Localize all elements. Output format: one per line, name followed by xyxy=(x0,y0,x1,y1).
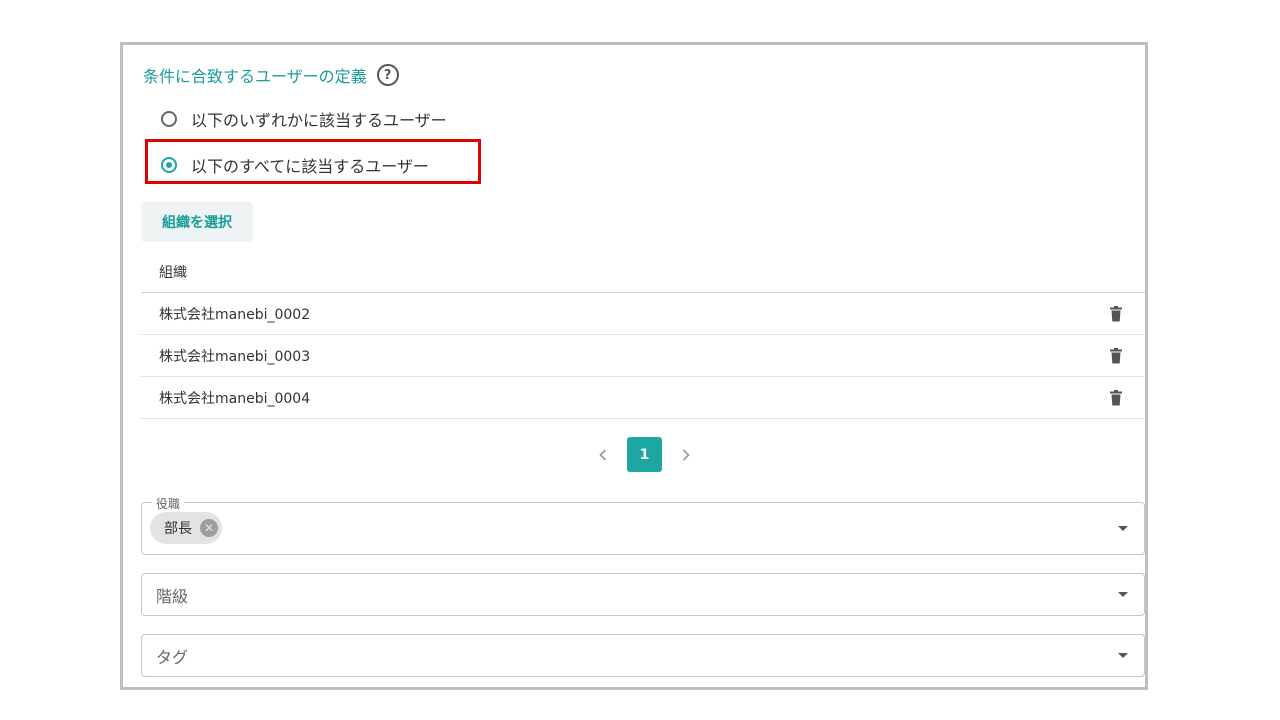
help-icon[interactable]: ? xyxy=(376,64,399,86)
radio-any-condition[interactable]: 以下のいずれかに該当するユーザー xyxy=(161,107,447,131)
page-number-current[interactable]: 1 xyxy=(627,437,662,472)
pagination: 1 xyxy=(593,437,696,472)
rank-select[interactable]: 階級 xyxy=(141,573,1145,616)
organization-name: 株式会社manebi_0004 xyxy=(159,390,311,407)
table-header: 組織 xyxy=(141,251,1145,293)
section-title-text: 条件に合致するユーザーの定義 xyxy=(143,67,367,86)
chevron-left-icon[interactable] xyxy=(593,445,613,465)
table-row: 株式会社manebi_0002 xyxy=(141,293,1145,335)
dropdown-arrow-icon[interactable] xyxy=(1118,652,1128,658)
dropdown-arrow-icon[interactable] xyxy=(1118,591,1128,597)
tag-placeholder: タグ xyxy=(156,647,189,667)
radio-label: 以下のいずれかに該当するユーザー xyxy=(191,111,447,130)
table-row: 株式会社manebi_0003 xyxy=(141,335,1145,377)
chevron-right-icon[interactable] xyxy=(676,445,696,465)
dropdown-arrow-icon[interactable] xyxy=(1118,525,1128,531)
trash-icon[interactable] xyxy=(1109,389,1123,406)
section-title: 条件に合致するユーザーの定義 ? xyxy=(143,63,399,87)
condition-panel: 条件に合致するユーザーの定義 ? 以下のいずれかに該当するユーザー 以下のすべて… xyxy=(120,42,1148,690)
organization-name: 株式会社manebi_0002 xyxy=(159,306,311,323)
organization-table: 組織 株式会社manebi_0002 株式会社manebi_0003 株式会社m… xyxy=(141,251,1145,419)
tag-select[interactable]: タグ xyxy=(141,634,1145,677)
position-field-label: 役職 xyxy=(152,495,185,512)
trash-icon[interactable] xyxy=(1109,347,1123,364)
select-organization-button[interactable]: 組織を選択 xyxy=(141,202,253,242)
chip-label: 部長 xyxy=(164,521,192,537)
chip-delete-icon[interactable]: ✕ xyxy=(200,519,218,537)
radio-label: 以下のすべてに該当するユーザー xyxy=(191,157,429,176)
column-header-organization: 組織 xyxy=(159,264,187,281)
position-chip: 部長 ✕ xyxy=(150,512,222,544)
rank-placeholder: 階級 xyxy=(156,586,189,606)
trash-icon[interactable] xyxy=(1109,305,1123,322)
radio-unchecked-icon[interactable] xyxy=(161,111,177,127)
radio-checked-icon[interactable] xyxy=(161,157,177,173)
position-select[interactable]: 役職 部長 ✕ xyxy=(141,495,1145,555)
organization-name: 株式会社manebi_0003 xyxy=(159,348,311,365)
table-row: 株式会社manebi_0004 xyxy=(141,377,1145,419)
radio-all-conditions[interactable]: 以下のすべてに該当するユーザー xyxy=(161,153,429,177)
